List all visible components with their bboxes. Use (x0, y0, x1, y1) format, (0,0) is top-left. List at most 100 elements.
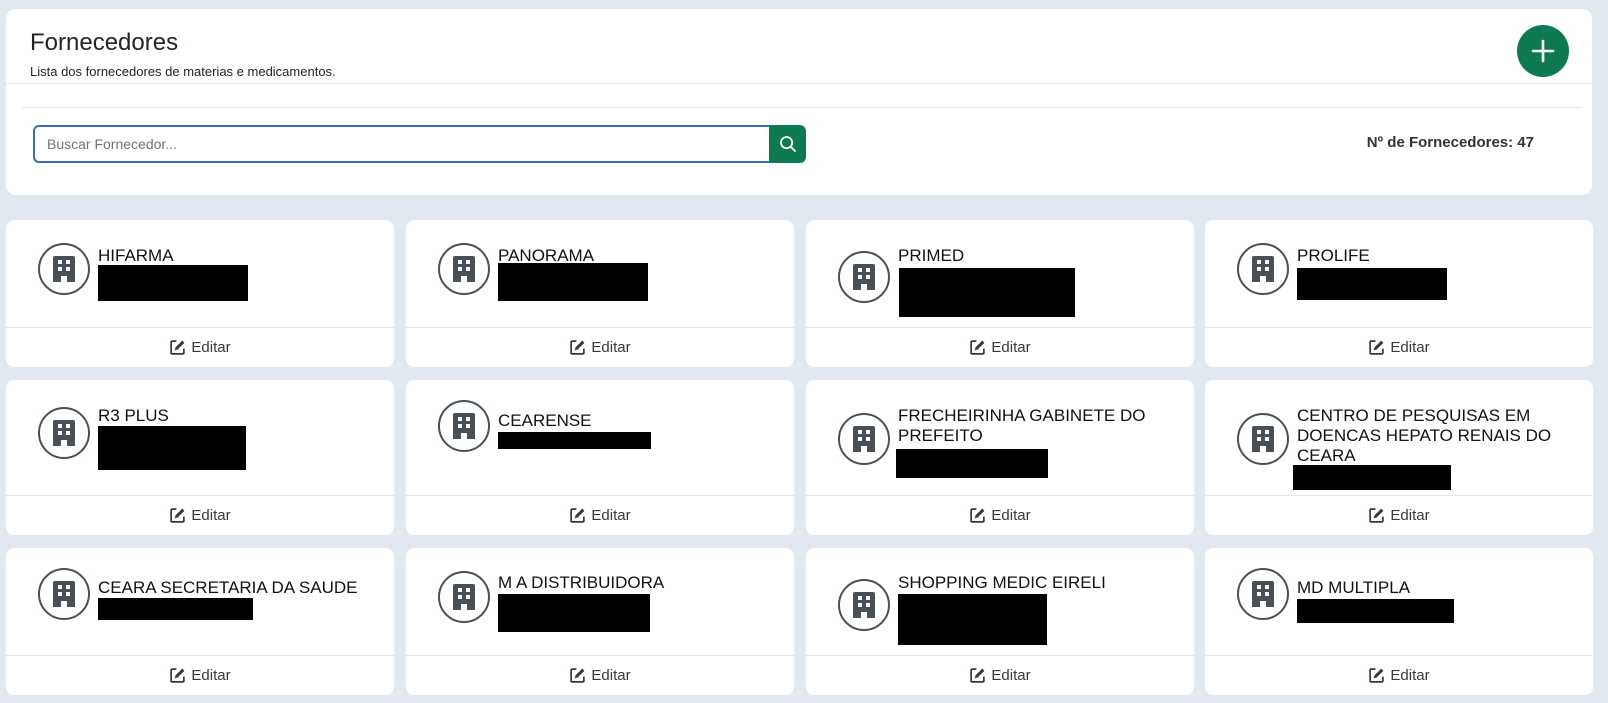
redacted-details (898, 594, 1047, 645)
supplier-name: CENTRO DE PESQUISAS EM DOENCAS HEPATO RE… (1297, 406, 1552, 465)
redacted-details (98, 426, 246, 470)
supplier-avatar (438, 243, 490, 295)
building-icon (453, 584, 475, 610)
search-input[interactable] (33, 125, 771, 163)
redacted-details (1297, 268, 1447, 300)
edit-icon (970, 340, 986, 355)
supplier-avatar (1237, 568, 1289, 620)
redacted-details (98, 265, 248, 301)
redacted-details (896, 449, 1048, 478)
supplier-name: CEARA SECRETARIA DA SAUDE (98, 578, 358, 597)
edit-icon (1369, 508, 1385, 523)
edit-icon (570, 340, 586, 355)
supplier-name: CEARENSE (498, 411, 592, 430)
supplier-card: PANORAMA Editar (406, 220, 794, 367)
edit-button[interactable]: Editar (406, 495, 794, 535)
supplier-avatar (438, 400, 490, 452)
building-icon (853, 426, 875, 452)
edit-icon (1369, 340, 1385, 355)
supplier-count: Nº de Fornecedores: 47 (1366, 134, 1534, 151)
supplier-avatar (1237, 243, 1289, 295)
edit-icon (170, 508, 186, 523)
supplier-card: CEARENSE Editar (406, 380, 794, 535)
edit-label: Editar (1390, 339, 1430, 356)
supplier-avatar (438, 571, 490, 623)
page-title: Fornecedores (30, 29, 179, 56)
edit-button[interactable]: Editar (806, 327, 1194, 367)
edit-label: Editar (991, 667, 1031, 684)
building-icon (1252, 426, 1274, 452)
supplier-avatar (838, 251, 890, 303)
building-icon (453, 256, 475, 282)
edit-label: Editar (991, 507, 1031, 524)
supplier-card: PROLIFE Editar (1205, 220, 1593, 367)
supplier-name: FRECHEIRINHA GABINETE DO PREFEITO (898, 406, 1146, 445)
edit-button[interactable]: Editar (406, 655, 794, 695)
edit-icon (1369, 668, 1385, 683)
building-icon (1252, 581, 1274, 607)
building-icon (853, 264, 875, 290)
supplier-card: M A DISTRIBUIDORA Editar (406, 548, 794, 695)
supplier-card: R3 PLUS Editar (6, 380, 394, 535)
edit-icon (570, 508, 586, 523)
edit-label: Editar (191, 667, 231, 684)
edit-label: Editar (191, 507, 231, 524)
redacted-details (1297, 599, 1454, 623)
supplier-name: M A DISTRIBUIDORA (498, 573, 665, 592)
building-icon (853, 592, 875, 618)
supplier-avatar (838, 579, 890, 631)
edit-button[interactable]: Editar (806, 655, 1194, 695)
edit-button[interactable]: Editar (6, 495, 394, 535)
supplier-card: CENTRO DE PESQUISAS EM DOENCAS HEPATO RE… (1205, 380, 1593, 535)
supplier-name: R3 PLUS (98, 406, 169, 425)
edit-label: Editar (591, 667, 631, 684)
add-supplier-button[interactable] (1517, 25, 1569, 77)
supplier-name: PRIMED (898, 246, 965, 265)
edit-button[interactable]: Editar (6, 327, 394, 367)
supplier-name: HIFARMA (98, 246, 174, 265)
plus-icon (1531, 39, 1555, 63)
edit-label: Editar (991, 339, 1031, 356)
edit-button[interactable]: Editar (1205, 327, 1593, 367)
edit-label: Editar (1390, 667, 1430, 684)
supplier-avatar (38, 243, 90, 295)
search-icon (779, 136, 796, 152)
building-icon (53, 581, 75, 607)
supplier-avatar (38, 407, 90, 459)
edit-icon (970, 668, 986, 683)
supplier-card: SHOPPING MEDIC EIRELI Editar (806, 548, 1194, 695)
redacted-details (498, 432, 651, 449)
edit-icon (170, 668, 186, 683)
redacted-details (899, 268, 1075, 317)
edit-icon (970, 508, 986, 523)
supplier-avatar (838, 413, 890, 465)
supplier-avatar (38, 568, 90, 620)
building-icon (53, 420, 75, 446)
supplier-card: MD MULTIPLA Editar (1205, 548, 1593, 695)
page-subtitle: Lista dos fornecedores de materias e med… (30, 64, 336, 79)
supplier-avatar (1237, 413, 1289, 465)
header-divider (6, 83, 1592, 84)
edit-icon (570, 668, 586, 683)
supplier-name: MD MULTIPLA (1297, 578, 1411, 597)
edit-label: Editar (591, 507, 631, 524)
edit-button[interactable]: Editar (6, 655, 394, 695)
building-icon (1252, 256, 1274, 282)
edit-label: Editar (191, 339, 231, 356)
supplier-name: PROLIFE (1297, 246, 1370, 265)
redacted-details (498, 594, 650, 632)
edit-button[interactable]: Editar (1205, 655, 1593, 695)
supplier-card: CEARA SECRETARIA DA SAUDE Editar (6, 548, 394, 695)
building-icon (453, 413, 475, 439)
redacted-details (498, 263, 648, 301)
edit-button[interactable]: Editar (806, 495, 1194, 535)
supplier-card: FRECHEIRINHA GABINETE DO PREFEITO Editar (806, 380, 1194, 535)
redacted-details (98, 598, 253, 620)
edit-button[interactable]: Editar (1205, 495, 1593, 535)
edit-label: Editar (1390, 507, 1430, 524)
redacted-details (1293, 465, 1451, 490)
search-button[interactable] (769, 125, 806, 163)
header-card: Fornecedores Lista dos fornecedores de m… (6, 9, 1592, 195)
edit-button[interactable]: Editar (406, 327, 794, 367)
supplier-name: SHOPPING MEDIC EIRELI (898, 573, 1106, 592)
